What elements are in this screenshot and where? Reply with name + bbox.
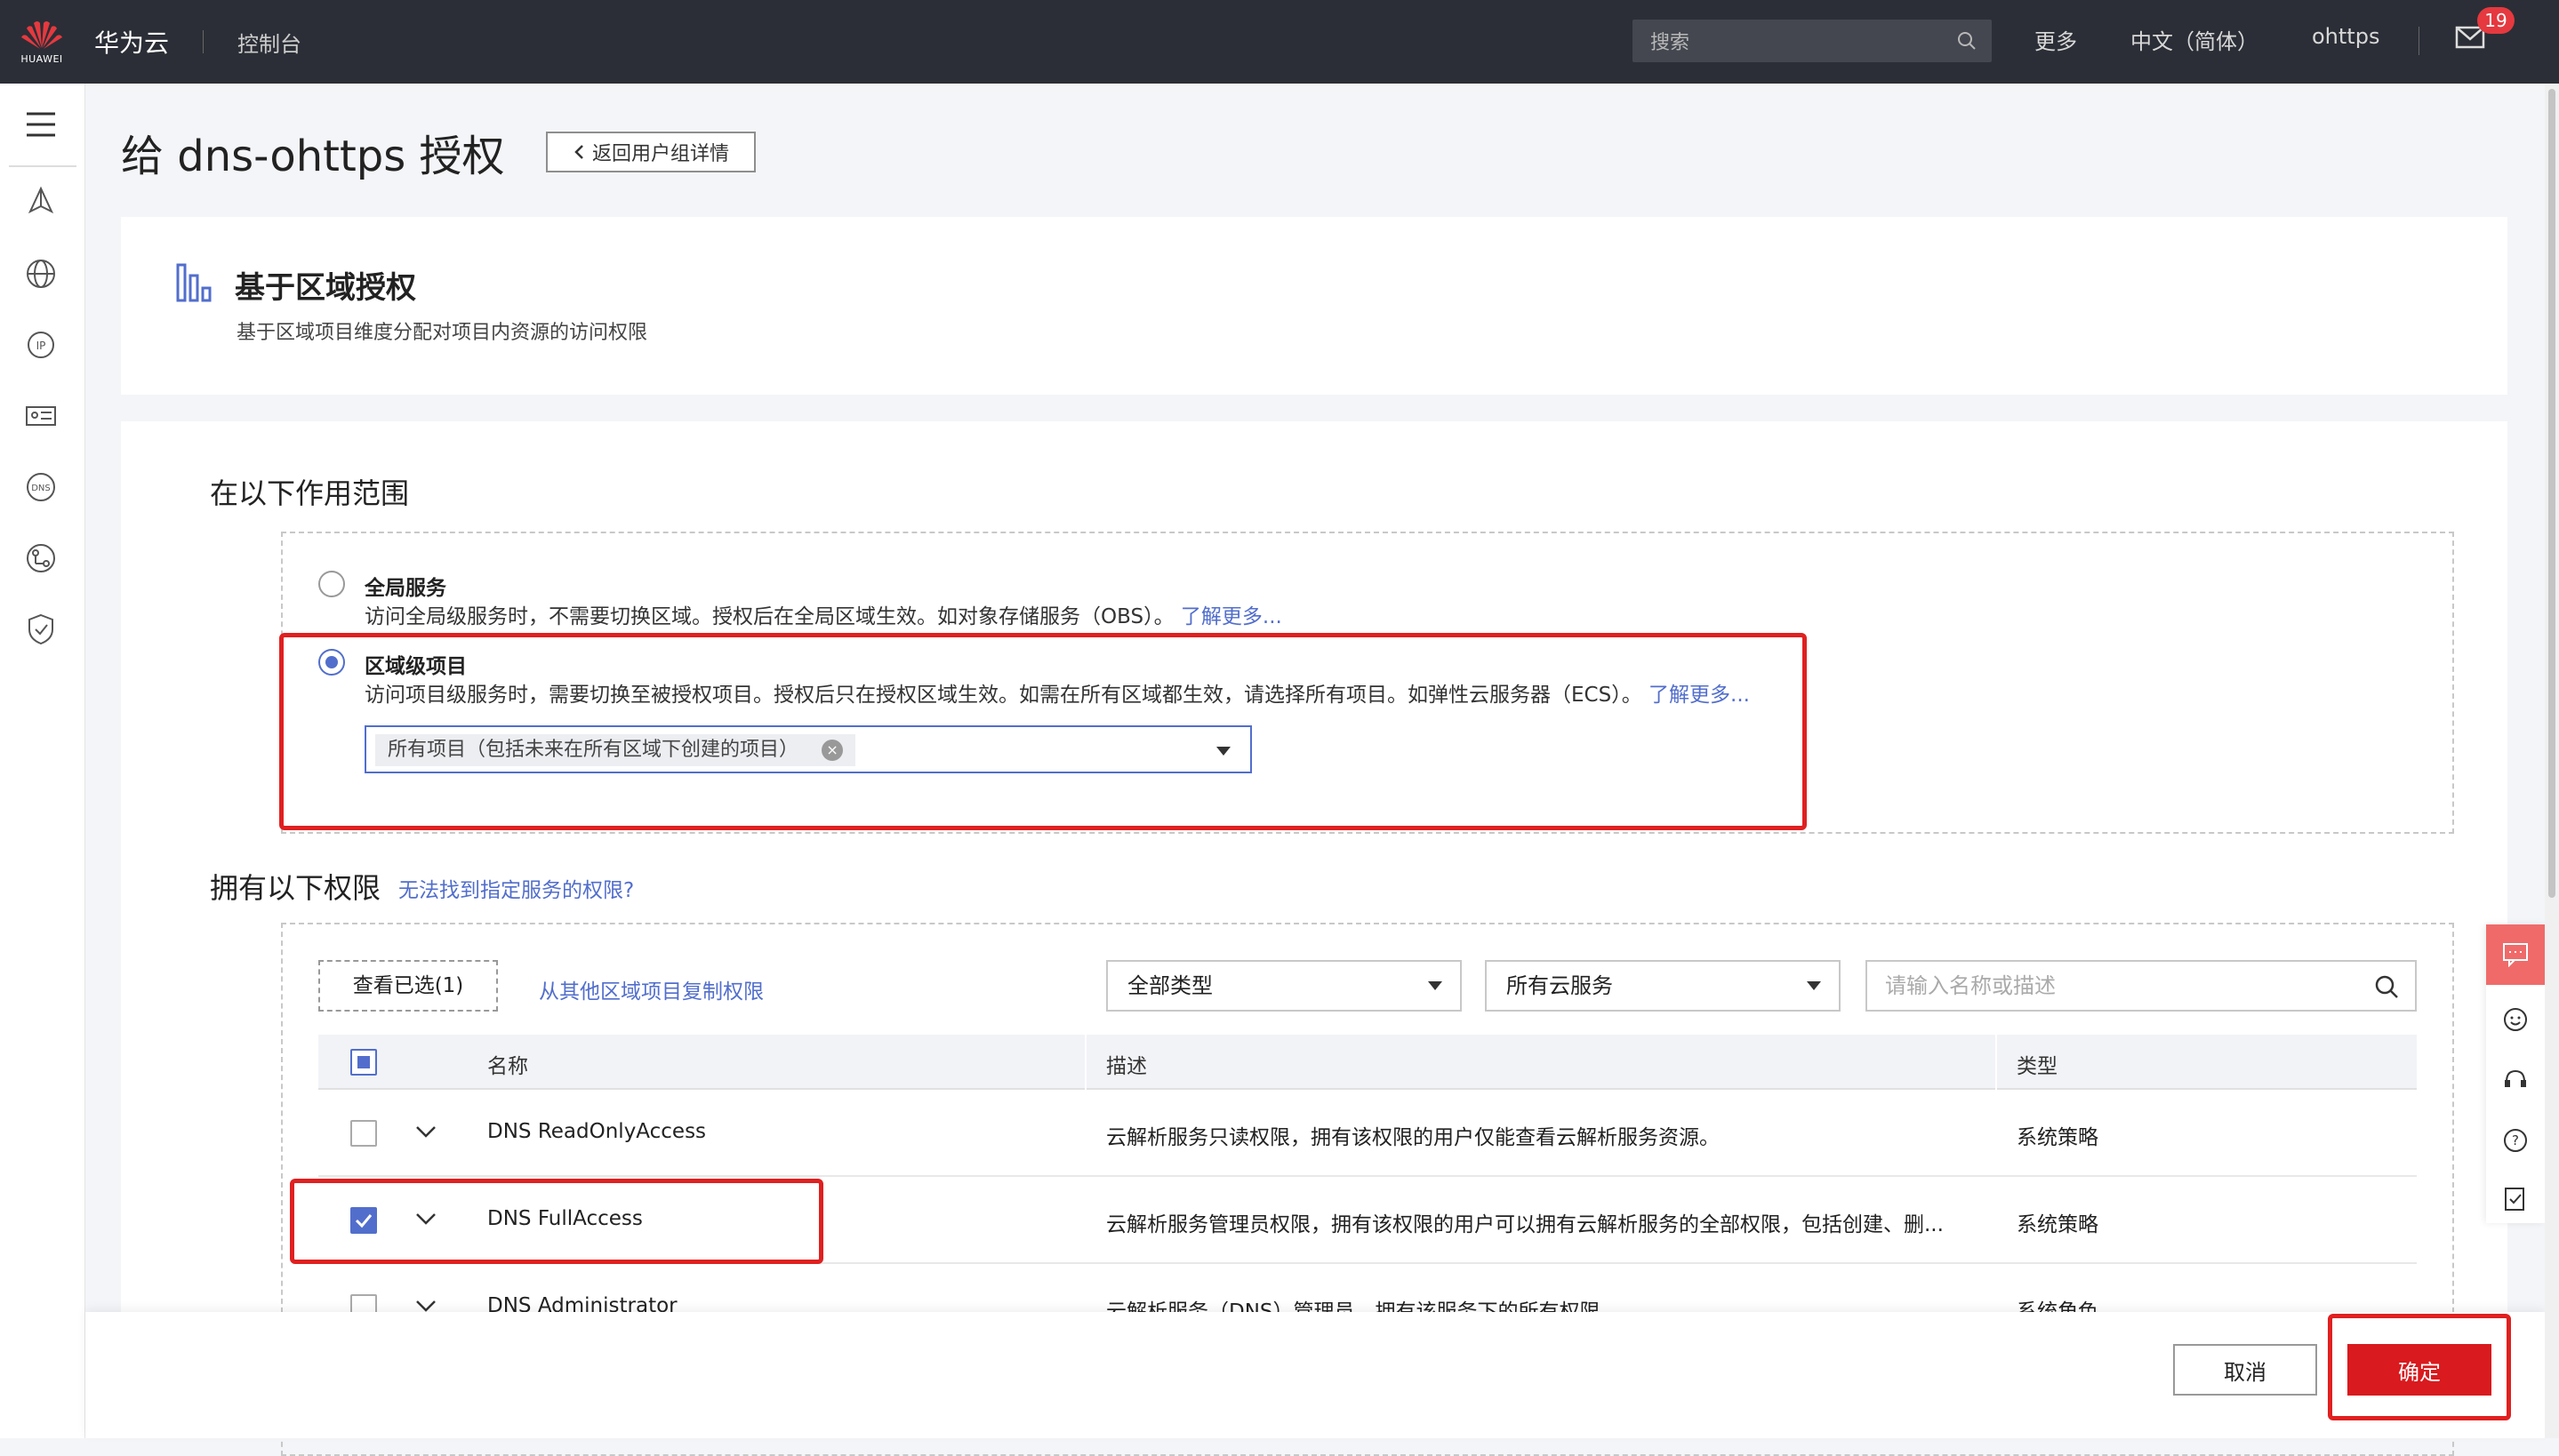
identity-card-icon[interactable] — [23, 398, 59, 434]
service-filter-select[interactable]: 所有云服务 — [1485, 960, 1841, 1012]
divider — [203, 30, 205, 53]
back-button-label: 返回用户组详情 — [591, 142, 729, 164]
brand-name[interactable]: 华为云 — [94, 24, 169, 60]
policy-description: 云解析服务只读权限，拥有该权限的用户仅能查看云解析服务资源。 — [1106, 1126, 1720, 1149]
policy-name: DNS ReadOnlyAccess — [487, 1120, 707, 1143]
scope-heading: 在以下作用范围 — [210, 476, 410, 510]
permissions-heading: 拥有以下权限 — [210, 871, 381, 905]
svg-text:IP: IP — [36, 340, 46, 352]
table-row[interactable]: DNS ReadOnlyAccess 云解析服务只读权限，拥有该权限的用户仅能查… — [318, 1090, 2417, 1177]
globe-icon[interactable] — [23, 256, 59, 292]
column-type[interactable]: 类型 — [2017, 1049, 2058, 1079]
authorization-form: 在以下作用范围 全局服务 访问全局级服务时，不需要切换区域。授权后在全局区域生效… — [121, 421, 2507, 1456]
shield-icon[interactable] — [23, 612, 59, 647]
back-button[interactable]: 返回用户组详情 — [546, 132, 756, 172]
policy-type: 系统策略 — [2017, 1213, 2098, 1236]
highlight-box — [290, 1179, 823, 1264]
search-icon[interactable] — [1956, 30, 1977, 52]
permission-search-placeholder: 请输入名称或描述 — [1885, 973, 2056, 998]
scrollbar-thumb[interactable] — [2548, 89, 2555, 898]
feedback-tool[interactable] — [2486, 924, 2545, 985]
network-icon[interactable] — [23, 540, 59, 576]
view-selected-button[interactable]: 查看已选(1) — [318, 960, 498, 1012]
huawei-logo[interactable]: HUAWEI — [0, 0, 84, 84]
global-service-title: 全局服务 — [365, 577, 446, 600]
select-all-checkbox[interactable] — [350, 1049, 377, 1076]
global-service-desc-text: 访问全局级服务时，不需要切换区域。授权后在全局区域生效。如对象存储服务（OBS）… — [365, 605, 1175, 628]
column-divider — [1085, 1035, 1087, 1090]
console-link[interactable]: 控制台 — [237, 27, 301, 58]
dns-icon[interactable]: DNS — [23, 469, 59, 505]
caret-down-icon — [1428, 981, 1442, 990]
page-title: 给 dns-ohttps 授权 — [121, 132, 505, 181]
permission-search-input[interactable]: 请输入名称或描述 — [1865, 960, 2417, 1012]
search-placeholder: 搜索 — [1650, 32, 1690, 54]
permission-help-link[interactable]: 无法找到指定服务的权限? — [398, 873, 634, 903]
policy-type: 系统策略 — [2017, 1126, 2098, 1149]
svg-text:DNS: DNS — [31, 484, 51, 493]
huawei-logo-icon — [21, 20, 62, 49]
left-sidebar: IP DNS — [0, 84, 85, 1438]
chevron-down-icon[interactable] — [414, 1124, 437, 1140]
more-menu[interactable]: 更多 — [2034, 24, 2077, 55]
chevron-left-icon — [574, 145, 583, 159]
card-title: 基于区域授权 — [235, 270, 416, 306]
search-icon[interactable] — [2374, 974, 2399, 999]
highlight-box — [279, 633, 1807, 830]
region-auth-card: 基于区域授权 基于区域项目维度分配对项目内资源的访问权限 — [121, 217, 2507, 395]
card-subtitle: 基于区域项目维度分配对项目内资源的访问权限 — [237, 322, 648, 344]
cancel-button[interactable]: 取消 — [2173, 1344, 2317, 1396]
global-service-desc: 访问全局级服务时，不需要切换区域。授权后在全局区域生效。如对象存储服务（OBS）… — [365, 599, 1282, 629]
floating-tools-panel: ? — [2486, 924, 2545, 1223]
global-learn-more-link[interactable]: 了解更多... — [1181, 605, 1282, 628]
column-description[interactable]: 描述 — [1106, 1049, 1147, 1079]
help-icon[interactable]: ? — [2502, 1127, 2529, 1154]
type-filter-value: 全部类型 — [1127, 973, 1213, 998]
user-menu[interactable]: ohttps — [2312, 24, 2379, 49]
language-switch[interactable]: 中文（简体） — [2130, 24, 2258, 55]
column-divider — [1995, 1035, 1997, 1090]
smiley-icon[interactable] — [2502, 1006, 2529, 1033]
notification-badge: 19 — [2477, 7, 2515, 34]
divider — [9, 165, 76, 167]
global-service-radio[interactable] — [318, 571, 345, 597]
policy-description: 云解析服务管理员权限，拥有该权限的用户可以拥有云解析服务的全部权限，包括创建、删… — [1106, 1213, 1944, 1236]
svg-text:?: ? — [2512, 1132, 2519, 1148]
copy-permissions-link[interactable]: 从其他区域项目复制权限 — [539, 974, 764, 1004]
menu-icon[interactable] — [23, 107, 59, 142]
support-headset-icon[interactable] — [2502, 1067, 2529, 1093]
row-checkbox[interactable] — [350, 1120, 377, 1147]
caret-down-icon — [1807, 981, 1821, 990]
ip-icon[interactable]: IP — [23, 327, 59, 363]
notes-icon[interactable] — [2502, 1186, 2529, 1212]
global-search-input[interactable]: 搜索 — [1632, 20, 1992, 62]
region-chart-icon — [176, 263, 212, 302]
type-filter-select[interactable]: 全部类型 — [1106, 960, 1462, 1012]
service-filter-value: 所有云服务 — [1506, 973, 1613, 998]
feedback-icon — [2503, 943, 2528, 967]
highlight-box — [2328, 1314, 2511, 1420]
column-name[interactable]: 名称 — [487, 1049, 528, 1079]
table-header: 名称 描述 类型 — [318, 1035, 2417, 1090]
cdn-icon[interactable] — [23, 185, 59, 220]
logo-text: HUAWEI — [20, 52, 63, 65]
